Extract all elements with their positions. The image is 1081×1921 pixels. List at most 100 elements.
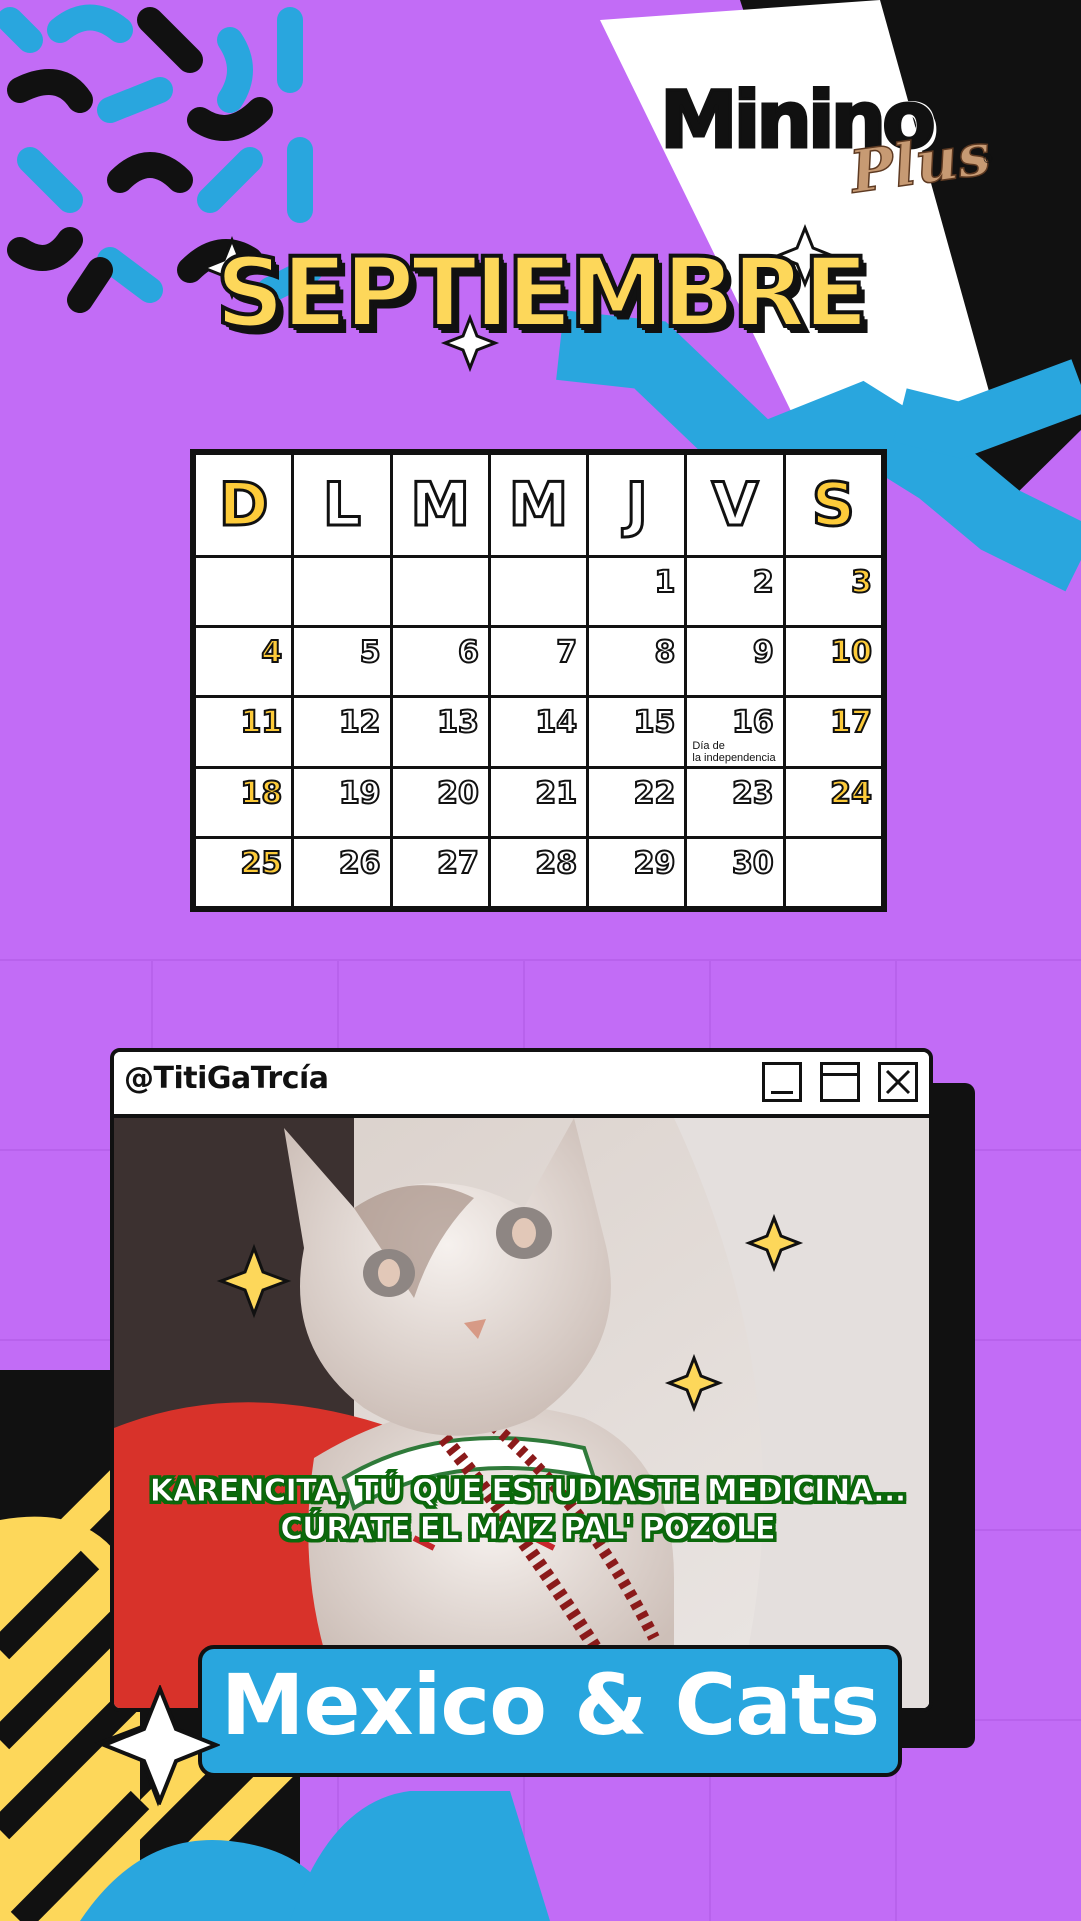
calendar-day-cell[interactable]: [487, 554, 590, 629]
calendar-day-number: 13: [436, 705, 480, 741]
window-titlebar: @TitiGaTrcía: [114, 1052, 929, 1118]
calendar-day-number: 1: [654, 565, 677, 600]
calendar-day-number: 20: [436, 775, 480, 811]
day-header-label: S: [810, 469, 856, 542]
brand-logo-registered: ®: [982, 152, 994, 166]
day-header: D: [192, 452, 295, 558]
calendar-day-number: 18: [240, 775, 284, 811]
calendar-day-number: 22: [633, 775, 677, 811]
calendar-day-number: 17: [829, 705, 873, 741]
calendar-day-cell[interactable]: 5: [291, 625, 393, 699]
sparkle-icon: [100, 1685, 220, 1805]
day-header: S: [782, 452, 885, 558]
day-header: M: [389, 452, 491, 558]
calendar-day-cell[interactable]: 21: [487, 765, 590, 839]
calendar-weeks: 1 2 3 4 5 6 7 8 9 10 11 12 13 14 15 16 Día de la indepen…: [192, 554, 885, 910]
calendar-day-number: 26: [338, 845, 382, 881]
day-header-label: V: [710, 469, 759, 542]
calendar-day-cell[interactable]: 2: [684, 554, 786, 629]
day-header: L: [291, 452, 393, 558]
calendar-day-number: 2: [752, 565, 775, 600]
meme-caption: KARENCITA, TÚ QUE ESTUDIASTE MEDICINA...…: [120, 1472, 935, 1548]
calendar-day-cell[interactable]: 25: [192, 835, 295, 910]
day-header: J: [586, 452, 688, 558]
day-header: M: [487, 452, 590, 558]
calendar-day-cell[interactable]: 11: [192, 695, 295, 769]
calendar-day-cell[interactable]: 1: [586, 554, 688, 629]
calendar-day-number: 9: [752, 635, 775, 671]
day-header-label: M: [409, 469, 472, 542]
calendar-day-number: 5: [359, 635, 382, 671]
calendar-day-cell[interactable]: 9: [684, 625, 786, 699]
calendar-day-cell[interactable]: 17: [782, 695, 885, 769]
calendar-day-number: 28: [534, 845, 578, 881]
calendar-day-cell[interactable]: 13: [389, 695, 491, 769]
calendar-day-cell[interactable]: 3: [782, 554, 885, 629]
calendar-day-headers: DLMMJVS: [192, 452, 885, 558]
calendar-day-number: 6: [457, 635, 480, 671]
calendar-day-number: 14: [534, 705, 578, 741]
brand-logo-sub: Plus: [845, 119, 995, 207]
calendar-day-cell[interactable]: 6: [389, 625, 491, 699]
calendar-day-number: 8: [654, 635, 677, 671]
calendar-day-cell[interactable]: 4: [192, 625, 295, 699]
post-window: @TitiGaTrcía: [110, 1048, 933, 1712]
calendar-week: 25 26 27 28 29 30: [192, 835, 885, 910]
day-header: V: [684, 452, 786, 558]
calendar-day-cell[interactable]: 20: [389, 765, 491, 839]
calendar-day-cell[interactable]: 12: [291, 695, 393, 769]
calendar-day-number: 10: [829, 635, 873, 671]
calendar-week: 18 19 20 21 22 23 24: [192, 765, 885, 839]
day-header-label: J: [624, 469, 649, 542]
banner-text: Mexico & Cats: [220, 1656, 880, 1754]
minimize-icon[interactable]: [762, 1062, 802, 1102]
calendar-day-cell[interactable]: 30: [684, 835, 786, 910]
calendar: DLMMJVS 1 2 3 4 5 6 7 8 9 10 11 12 13 14 15 16 Día de la…: [190, 449, 887, 912]
calendar-day-number: 27: [436, 845, 480, 881]
calendar-day-number: 19: [338, 775, 382, 811]
calendar-week: 1 2 3: [192, 554, 885, 629]
calendar-day-cell[interactable]: [389, 554, 491, 629]
calendar-day-number: 16: [731, 705, 775, 741]
calendar-day-cell[interactable]: [192, 554, 295, 629]
caption-line-1: KARENCITA, TÚ QUE ESTUDIASTE MEDICINA...: [149, 1473, 907, 1510]
calendar-day-cell[interactable]: [782, 835, 885, 910]
calendar-day-cell[interactable]: 27: [389, 835, 491, 910]
calendar-day-cell[interactable]: 28: [487, 835, 590, 910]
window-handle[interactable]: @TitiGaTrcía: [124, 1064, 329, 1094]
calendar-day-cell[interactable]: 7: [487, 625, 590, 699]
maximize-icon[interactable]: [820, 1062, 860, 1102]
close-icon[interactable]: [878, 1062, 918, 1102]
calendar-day-number: 4: [260, 635, 283, 671]
calendar-day-cell[interactable]: 29: [586, 835, 688, 910]
calendar-day-cell[interactable]: 8: [586, 625, 688, 699]
calendar-day-number: 21: [534, 775, 578, 811]
calendar-day-number: 29: [633, 845, 677, 881]
calendar-day-number: 12: [338, 705, 382, 741]
cat-photo: [114, 1118, 929, 1708]
calendar-day-cell[interactable]: 22: [586, 765, 688, 839]
calendar-day-cell[interactable]: 16 Día de la independencia: [684, 695, 786, 769]
calendar-day-number: 7: [555, 635, 578, 671]
calendar-day-cell[interactable]: 18: [192, 765, 295, 839]
title-banner: Mexico & Cats: [198, 1645, 902, 1777]
calendar-day-number: 25: [240, 845, 284, 881]
day-header-label: M: [507, 469, 570, 542]
calendar-day-number: 3: [850, 565, 873, 600]
calendar-day-cell[interactable]: 10: [782, 625, 885, 699]
calendar-day-number: 23: [731, 775, 775, 811]
calendar-day-cell[interactable]: 24: [782, 765, 885, 839]
calendar-day-cell[interactable]: 14: [487, 695, 590, 769]
calendar-week: 4 5 6 7 8 9 10: [192, 625, 885, 699]
calendar-holiday-note: Día de la independencia: [692, 739, 776, 764]
calendar-day-cell[interactable]: [291, 554, 393, 629]
calendar-week: 11 12 13 14 15 16 Día de la independencia 17: [192, 695, 885, 769]
calendar-day-cell[interactable]: 23: [684, 765, 786, 839]
month-title: SEPTIEMBRE: [213, 237, 870, 349]
calendar-day-cell[interactable]: 19: [291, 765, 393, 839]
calendar-day-cell[interactable]: 26: [291, 835, 393, 910]
caption-line-2: CÚRATE EL MAIZ PAL' POZOLE: [280, 1511, 777, 1548]
brand-logo: Minino Plus ®: [659, 81, 1000, 212]
calendar-day-cell[interactable]: 15: [586, 695, 688, 769]
calendar-day-number: 15: [633, 705, 677, 741]
